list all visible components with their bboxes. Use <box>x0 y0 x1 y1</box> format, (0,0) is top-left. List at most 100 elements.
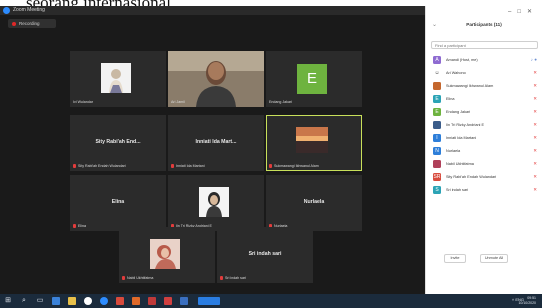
participant-name: Inniati Ida Martani <box>446 135 477 140</box>
tile-name-label: Ari Jamil <box>171 100 185 104</box>
powerpoint-icon[interactable] <box>132 297 140 305</box>
tile-name-label: Endang Jakari <box>269 100 292 104</box>
tile-center-name: Sity Rabi'ah End... <box>95 139 141 145</box>
video-tile-endang[interactable]: E Endang Jakari <box>266 51 362 107</box>
participant-name: Nurlaela <box>446 148 461 153</box>
clock-date: 10/10/2020 <box>518 300 536 305</box>
muted-mic-icon <box>269 164 272 168</box>
muted-mic-icon[interactable]: ✕ <box>533 96 537 102</box>
profile-photo <box>101 63 131 93</box>
tile-name-label: Sukmawangi Ikhwanul Alam <box>269 163 319 169</box>
participant-name: Elina <box>446 96 455 101</box>
participant-row[interactable]: E Endang Jakari ✕ <box>426 106 542 119</box>
participants-title: Participants (11) <box>466 22 502 27</box>
participant-row[interactable]: E Elina ✕ <box>426 93 542 106</box>
participant-row[interactable]: SR Sity Rabi'ah Endah Wulandari ✕ <box>426 171 542 184</box>
participant-row[interactable]: Sukmawangi Ikhwanul Alam ✕ <box>426 80 542 93</box>
profile-photo <box>150 239 180 269</box>
muted-mic-icon[interactable]: ✕ <box>533 83 537 89</box>
video-tile-ivi[interactable]: Ivi Wulandar <box>70 51 166 107</box>
zoom-logo-icon <box>3 7 10 14</box>
video-tile-sri[interactable]: Sri indah sari Sri indah sari <box>217 227 313 283</box>
video-gallery: Recording Ivi Wulandar Ari Jamil E Endan… <box>0 15 425 294</box>
recording-indicator[interactable]: Recording <box>8 19 56 28</box>
muted-mic-icon[interactable]: ✕ <box>533 135 537 141</box>
participant-name: Sukmawangi Ikhwanul Alam <box>446 83 494 88</box>
participant-name: Nabil Ukhtifatma <box>446 161 474 166</box>
invite-button[interactable]: Invite <box>444 254 466 263</box>
participant-row[interactable]: ☺ Ari Wahono ✕ <box>426 67 542 80</box>
participant-avatar: S <box>433 186 441 194</box>
muted-mic-icon[interactable]: ✕ <box>533 122 537 128</box>
participant-avatar <box>433 160 441 168</box>
office-icon[interactable] <box>116 297 124 305</box>
muted-mic-icon[interactable]: ✕ <box>533 70 537 76</box>
clock[interactable]: 09:51 10/10/2020 <box>518 296 536 305</box>
participant-avatar: E <box>433 108 441 116</box>
participant-name: Endang Jakari <box>446 109 471 114</box>
video-tile-sukmawangi[interactable]: Sukmawangi Ikhwanul Alam <box>266 115 362 171</box>
participant-row[interactable]: Nabil Ukhtifatma ✕ <box>426 158 542 171</box>
zoom-window: Zoom Meeting Recording Ivi Wulandar Ari … <box>0 6 542 294</box>
participant-name: Ari Wahono <box>446 70 466 75</box>
participant-name: Sity Rabi'ah Endah Wulandari <box>446 174 497 179</box>
word-icon[interactable] <box>180 297 188 305</box>
video-tile-sity[interactable]: Sity Rabi'ah End... Sity Rabi'ah Endah W… <box>70 115 166 171</box>
muted-mic-icon <box>171 164 174 168</box>
participants-panel: –□✕ ⌄ Participants (11) AAmandi (Host, m… <box>425 6 542 294</box>
muted-mic-icon[interactable]: ✕ <box>533 174 537 180</box>
zoom-active-window-icon[interactable] <box>198 297 220 305</box>
video-tile-inniati[interactable]: Inniati Ida Mart... Inniati Ida Martani <box>168 115 264 171</box>
video-tile-ari[interactable]: Ari Jamil <box>168 51 264 107</box>
tile-name-label: Inniati Ida Martani <box>171 163 205 169</box>
participant-avatar: E <box>433 95 441 103</box>
search-icon[interactable]: ⌕ <box>20 297 28 305</box>
pdf-icon[interactable] <box>164 297 172 305</box>
tile-name-label: Elina <box>73 223 86 229</box>
avatar-letter: E <box>297 64 327 94</box>
app-icon[interactable] <box>148 297 156 305</box>
record-dot-icon <box>12 21 16 26</box>
participant-name: Sri indah sari <box>446 187 469 192</box>
window-controls[interactable]: –□✕ <box>508 8 538 15</box>
participant-search-input[interactable] <box>431 41 538 49</box>
tile-center-name: Nurlaela <box>303 199 325 205</box>
title-bar: Zoom Meeting <box>0 6 425 15</box>
participant-avatar <box>433 121 441 129</box>
tile-name-label: Sri indah sari <box>220 275 246 281</box>
tile-name-label: Ivi Wulandar <box>73 100 93 104</box>
host-status-icon[interactable]: ♪ ● <box>531 57 537 62</box>
participant-row[interactable]: A Amandi (Host, me) ♪ ● <box>426 54 542 67</box>
participant-avatar: A <box>433 56 441 64</box>
video-tile-nabil[interactable]: Nabil Ukhtifatma <box>119 227 215 283</box>
video-tile-iin[interactable]: Iin Tri Rizky Andriani E <box>168 175 264 231</box>
zoom-app-icon[interactable] <box>100 297 108 305</box>
unmute-all-button[interactable]: Unmute All <box>480 254 508 263</box>
task-view-icon[interactable]: ▭ <box>36 297 44 305</box>
participant-row[interactable]: N Nurlaela ✕ <box>426 145 542 158</box>
participant-row[interactable]: S Sri indah sari ✕ <box>426 184 542 197</box>
windows-start-icon[interactable]: ⊞ <box>4 297 12 305</box>
participant-name: Amandi (Host, me) <box>446 57 478 62</box>
participant-row[interactable]: Iin Tri Rizky Andriani E ✕ <box>426 119 542 132</box>
video-tile-nurlaela[interactable]: Nurlaela Nurlaela <box>266 175 362 231</box>
chrome-icon[interactable] <box>84 297 92 305</box>
tile-center-name: Inniati Ida Mart... <box>195 139 237 145</box>
profile-photo <box>199 187 229 217</box>
participant-avatar: SR <box>433 173 441 181</box>
participant-avatar: N <box>433 147 441 155</box>
muted-mic-icon[interactable]: ✕ <box>533 148 537 154</box>
edge-icon[interactable] <box>52 297 60 305</box>
taskbar: ⊞ ⌕ ▭ ˄ ENG 09:51 10/10/2020 <box>0 294 542 308</box>
muted-mic-icon <box>220 276 223 280</box>
muted-mic-icon[interactable]: ✕ <box>533 109 537 115</box>
tile-center-name: Elina <box>111 199 125 205</box>
file-explorer-icon[interactable] <box>68 297 76 305</box>
video-tile-elina[interactable]: Elina Elina <box>70 175 166 231</box>
participant-avatar <box>433 82 441 90</box>
muted-mic-icon <box>73 224 76 228</box>
muted-mic-icon[interactable]: ✕ <box>533 161 537 167</box>
participant-row[interactable]: I Inniati Ida Martani ✕ <box>426 132 542 145</box>
muted-mic-icon[interactable]: ✕ <box>533 187 537 193</box>
participant-name: Iin Tri Rizky Andriani E <box>446 122 484 127</box>
